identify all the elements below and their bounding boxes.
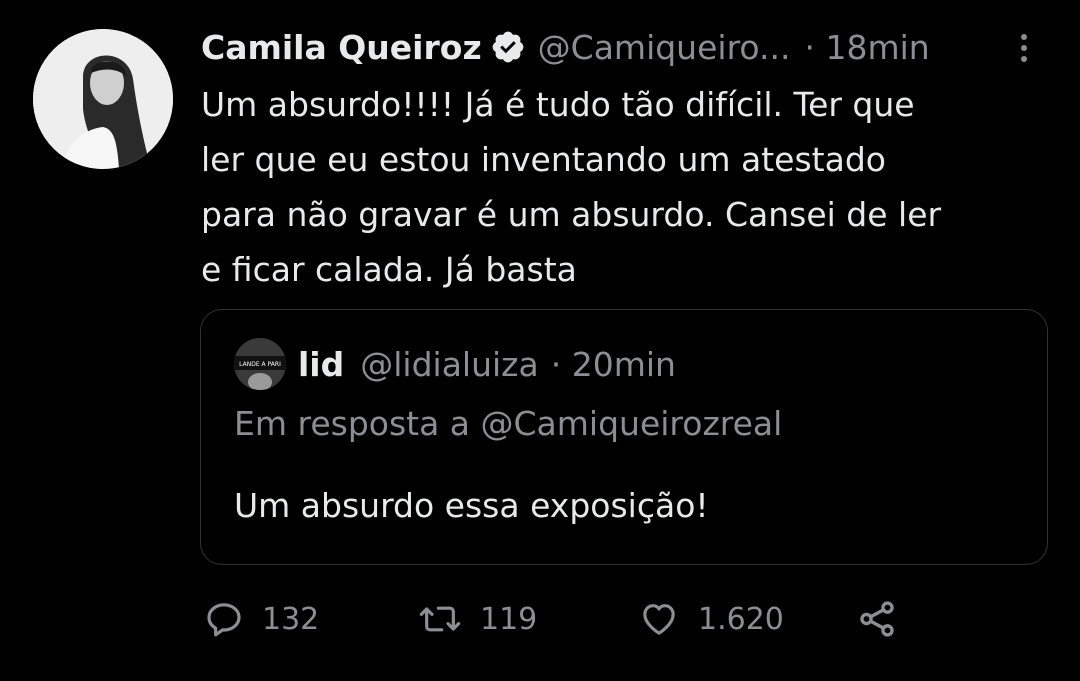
profile-photo [33,29,173,169]
tweet-actions: 132 119 1.620 [200,596,920,642]
reply-button[interactable]: 132 [204,596,319,642]
author-display-name[interactable]: Camila Queiroz [201,28,482,67]
quoted-author-avatar[interactable]: LANDE A PARI [234,338,286,390]
reply-count: 132 [262,601,320,637]
heart-icon [638,599,680,639]
quoted-author-handle[interactable]: @lidialuiza [360,345,538,384]
more-vertical-icon[interactable] [1014,32,1034,64]
like-count: 1.620 [698,601,784,637]
quoted-tweet[interactable]: LANDE A PARI lid @lidialuiza · 20min Em … [200,309,1048,565]
quoted-tweet-header: lid @lidialuiza · 20min [298,340,676,388]
tweet-text: Um absurdo!!!! Já é tudo tão difícil. Te… [201,85,942,289]
quoted-tweet-timestamp[interactable]: · 20min [551,345,676,384]
author-avatar[interactable] [33,29,173,169]
reply-icon [204,599,244,639]
share-icon [856,598,898,640]
retweet-icon [418,599,462,639]
tweet-header: Camila Queiroz @Camiqueiro... · 18min [201,22,930,72]
profile-photo: LANDE A PARI [234,338,286,390]
svg-text:LANDE A PARI: LANDE A PARI [239,361,281,368]
retweet-count: 119 [480,601,538,637]
like-button[interactable]: 1.620 [638,596,784,642]
retweet-button[interactable]: 119 [418,596,537,642]
author-handle[interactable]: @Camiqueiro... [538,28,791,67]
share-button[interactable] [856,596,898,642]
reply-to-label: Em resposta a @Camiqueirozreal [234,404,783,443]
quoted-tweet-text: Um absurdo essa exposição! [234,486,709,525]
verified-badge-icon [490,29,526,65]
tweet-timestamp[interactable]: · 18min [805,28,930,67]
quoted-author-display-name[interactable]: lid [298,345,344,384]
